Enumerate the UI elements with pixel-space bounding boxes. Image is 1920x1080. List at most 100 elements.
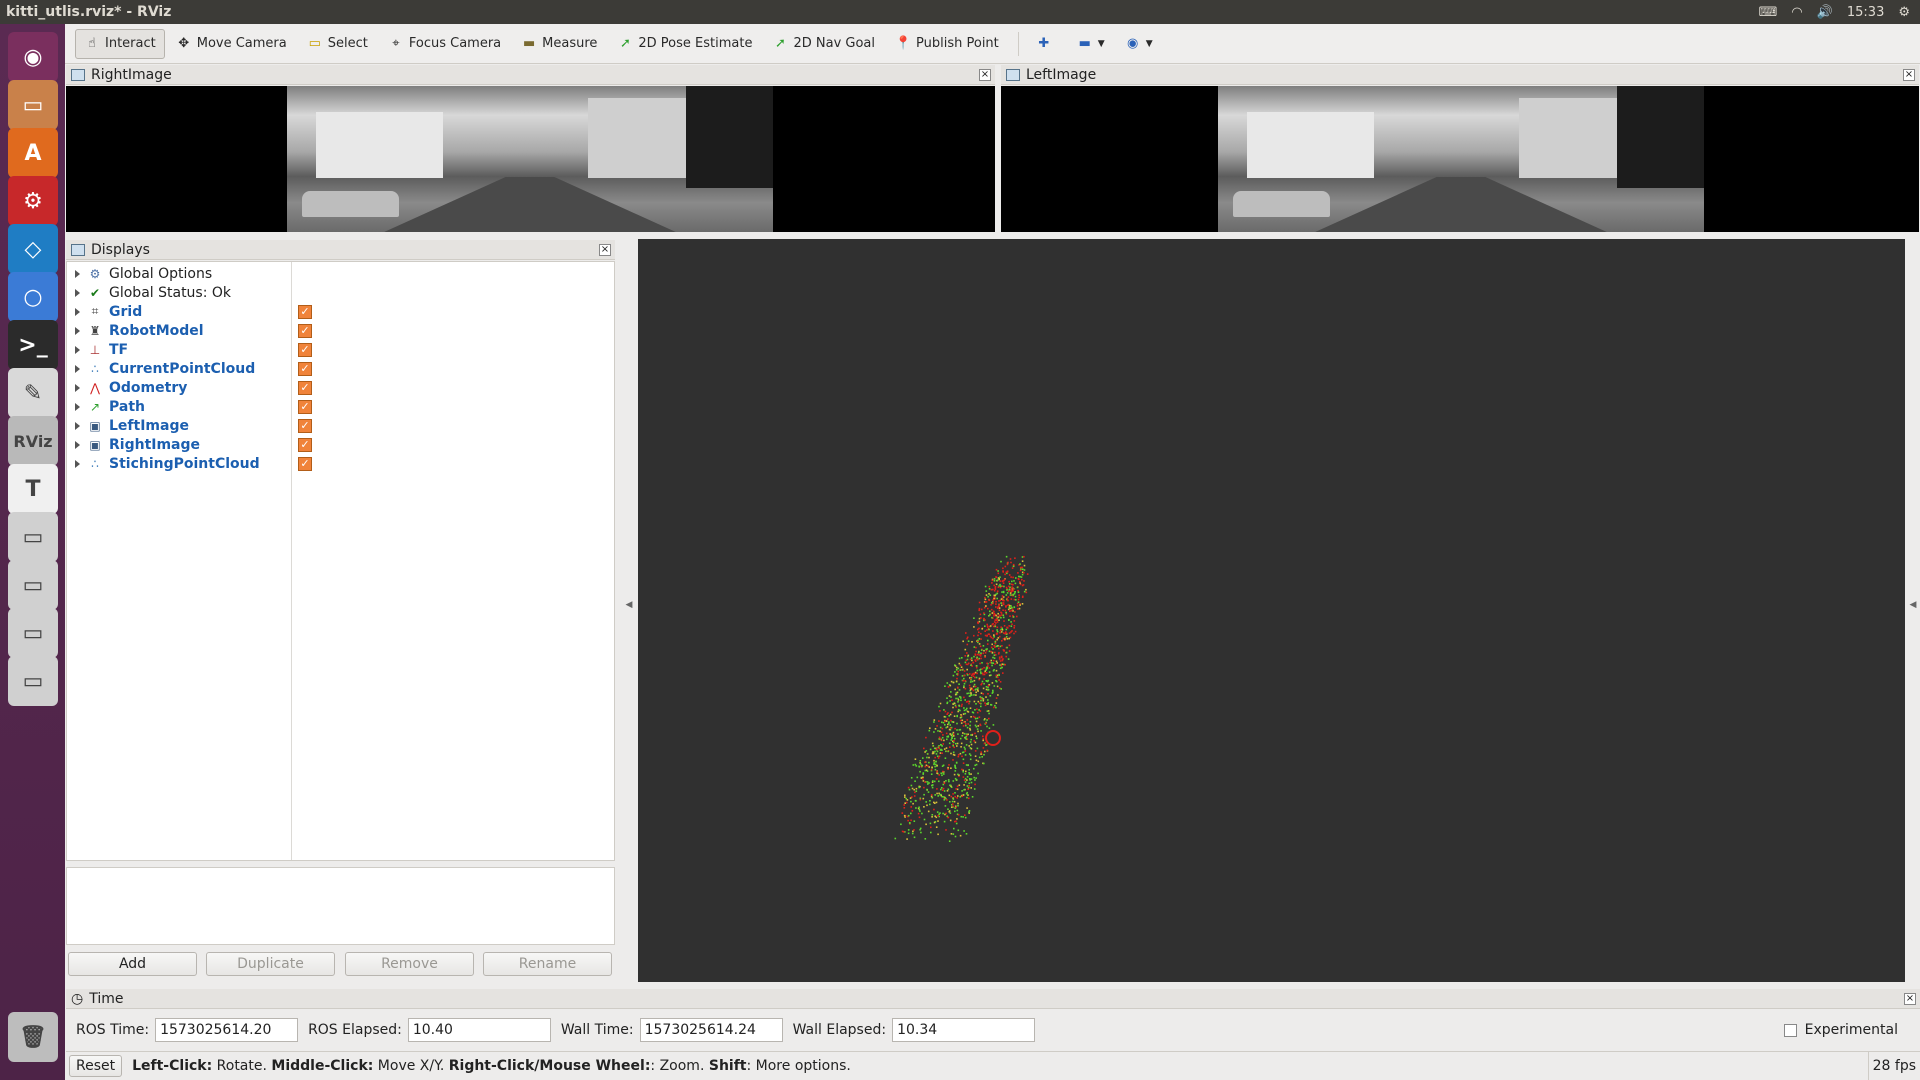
cloud-point [980, 638, 982, 640]
cloud-point [929, 800, 931, 802]
launcher-system-settings-icon[interactable]: ⚙ [8, 176, 58, 226]
expand-arrow-icon[interactable] [75, 307, 80, 316]
add-tool-button[interactable]: ✚ [1027, 29, 1066, 59]
close-icon[interactable]: × [1903, 68, 1915, 81]
right-image-view[interactable] [66, 86, 995, 232]
enable-checkbox[interactable]: ✓ [298, 304, 312, 319]
experimental-toggle[interactable]: Experimental [1783, 1022, 1898, 1038]
cloud-point [992, 670, 995, 672]
clock[interactable]: 15:33 [1847, 5, 1884, 20]
display-item[interactable]: ∴ StichingPointCloud ✓ [67, 454, 614, 473]
display-item[interactable]: ⋀ Odometry ✓ [67, 378, 614, 397]
close-icon[interactable]: × [979, 68, 991, 81]
display-item[interactable]: ✔ Global Status: Ok [67, 283, 614, 302]
ros-time-field[interactable]: 1573025614.20 [155, 1018, 299, 1042]
cloud-point [1003, 585, 1005, 588]
pose-estimate-tool-button[interactable]: ➚ 2D Pose Estimate [608, 29, 761, 59]
display-item[interactable]: ♜ RobotModel ✓ [67, 321, 614, 340]
display-item[interactable]: ▣ RightImage ✓ [67, 435, 614, 454]
cloud-point [996, 597, 998, 600]
launcher-ubuntu-dash-icon[interactable]: ◉ [8, 32, 58, 82]
launcher-files-icon[interactable]: ▭ [8, 80, 58, 130]
cloud-point [913, 795, 916, 797]
launcher-terminal-icon[interactable]: >_ [8, 320, 58, 370]
duplicate-button[interactable]: Duplicate [206, 952, 335, 976]
experimental-checkbox[interactable] [1783, 1023, 1797, 1037]
close-icon[interactable]: × [599, 243, 611, 256]
expand-arrow-icon[interactable] [75, 421, 80, 430]
launcher-text-editor-icon[interactable]: ✎ [8, 368, 58, 418]
cloud-point [1008, 650, 1011, 652]
enable-checkbox[interactable]: ✓ [298, 380, 312, 395]
cloud-point [994, 594, 996, 597]
cloud-point [984, 670, 986, 672]
launcher-chromium-icon[interactable]: ○ [8, 272, 58, 322]
expand-arrow-icon[interactable] [75, 288, 80, 297]
display-item[interactable]: ∴ CurrentPointCloud ✓ [67, 359, 614, 378]
launcher-drive-4-icon[interactable]: ▭ [8, 656, 58, 706]
settings-gear-icon[interactable]: ⚙ [1898, 5, 1910, 20]
interact-tool-button[interactable]: ☝ Interact [75, 28, 165, 59]
remove-button[interactable]: Remove [345, 952, 474, 976]
remove-tool-dropdown[interactable]: ▬ ▼ [1068, 29, 1114, 59]
splitter-handle[interactable]: ◀ [624, 600, 634, 620]
expand-arrow-icon[interactable] [75, 402, 80, 411]
enable-checkbox[interactable]: ✓ [298, 418, 312, 433]
cloud-point [946, 718, 949, 720]
cloud-point [998, 614, 1001, 617]
display-item[interactable]: ⌗ Grid ✓ [67, 302, 614, 321]
wall-time-field[interactable]: 1573025614.24 [639, 1018, 783, 1042]
reset-button[interactable]: Reset [69, 1055, 123, 1077]
cloud-point [973, 673, 975, 675]
wifi-icon[interactable]: ◠ [1791, 5, 1802, 20]
expand-arrow-icon[interactable] [75, 269, 80, 278]
launcher-software-center-icon[interactable]: A [8, 128, 58, 178]
launcher-trash-icon[interactable]: 🗑 [8, 1012, 58, 1062]
enable-checkbox[interactable]: ✓ [298, 437, 312, 452]
cloud-point [971, 641, 973, 643]
launcher-typora-icon[interactable]: T [8, 464, 58, 514]
expand-arrow-icon[interactable] [75, 383, 80, 392]
left-image-view[interactable] [1001, 86, 1919, 232]
volume-icon[interactable]: 🔊 [1817, 5, 1833, 20]
publish-point-tool-button[interactable]: 📍 Publish Point [886, 29, 1008, 59]
measure-tool-button[interactable]: ▬ Measure [512, 29, 606, 59]
close-icon[interactable]: × [1904, 992, 1916, 1005]
display-item[interactable]: ▣ LeftImage ✓ [67, 416, 614, 435]
cloud-point [954, 777, 957, 780]
display-item[interactable]: ⚙ Global Options [67, 264, 614, 283]
launcher-drive-1-icon[interactable]: ▭ [8, 512, 58, 562]
enable-checkbox[interactable]: ✓ [298, 361, 312, 376]
launcher-drive-2-icon[interactable]: ▭ [8, 560, 58, 610]
launcher-rviz-icon[interactable]: RViz [8, 416, 58, 466]
enable-checkbox[interactable]: ✓ [298, 342, 312, 357]
expand-arrow-icon[interactable] [75, 440, 80, 449]
keyboard-icon[interactable]: ⌨ [1759, 5, 1778, 20]
expand-arrow-icon[interactable] [75, 326, 80, 335]
enable-checkbox[interactable]: ✓ [298, 456, 312, 471]
launcher-vscode-icon[interactable]: ◇ [8, 224, 58, 274]
focus-camera-tool-button[interactable]: ⌖ Focus Camera [379, 29, 510, 59]
enable-checkbox[interactable]: ✓ [298, 399, 312, 414]
enable-checkbox[interactable]: ✓ [298, 323, 312, 338]
wall-elapsed-field[interactable]: 10.34 [892, 1018, 1036, 1042]
views-panel-handle[interactable]: ◀ [1908, 600, 1918, 620]
expand-arrow-icon[interactable] [75, 345, 80, 354]
expand-arrow-icon[interactable] [75, 364, 80, 373]
display-item[interactable]: ↗ Path ✓ [67, 397, 614, 416]
move-camera-tool-button[interactable]: ✥ Move Camera [167, 29, 296, 59]
expand-arrow-icon[interactable] [75, 459, 80, 468]
add-button[interactable]: Add [68, 952, 197, 976]
view-options-dropdown[interactable]: ◉ ▼ [1116, 29, 1162, 59]
nav-goal-tool-button[interactable]: ➚ 2D Nav Goal [763, 29, 884, 59]
select-tool-button[interactable]: ▭ Select [298, 29, 377, 59]
displays-tree[interactable]: ⚙ Global Options ✔ Global Status: Ok ⌗ Grid ✓ ♜… [66, 261, 615, 861]
display-item[interactable]: ⊥ TF ✓ [67, 340, 614, 359]
ros-elapsed-field[interactable]: 10.40 [407, 1018, 551, 1042]
rename-button[interactable]: Rename [483, 952, 612, 976]
cloud-point [939, 710, 941, 712]
3d-render-view[interactable] [638, 239, 1905, 982]
launcher-drive-3-icon[interactable]: ▭ [8, 608, 58, 658]
cloud-point [988, 628, 990, 631]
cloud-point [980, 699, 982, 702]
